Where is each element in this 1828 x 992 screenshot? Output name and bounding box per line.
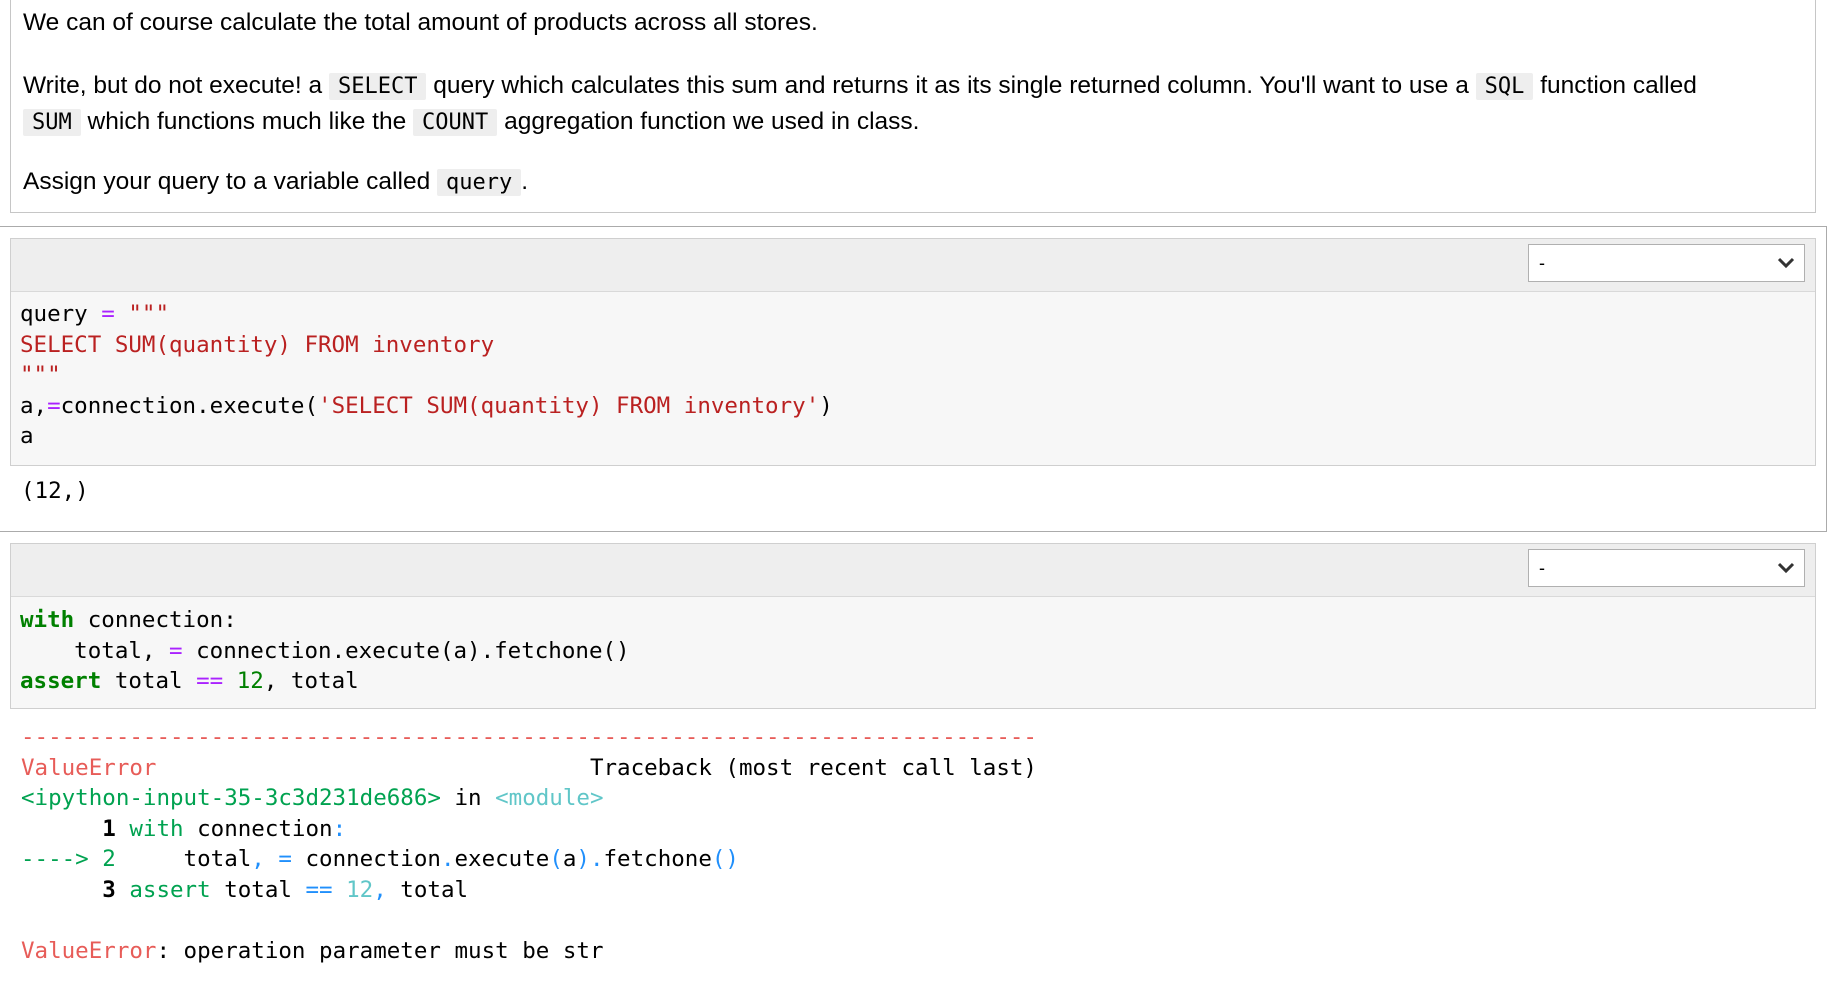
markdown-paragraph-3: Assign your query to a variable called q… [23,164,528,201]
code-token: connection [291,846,441,872]
code-cell-1-input[interactable]: - query = """ SELECT SUM(quantity) FROM … [10,238,1816,466]
code-token: connection [183,815,333,842]
cell-1-output: (12,) [21,478,89,504]
code-token: : [332,815,347,842]
inline-code-count: COUNT [413,109,498,136]
markdown-paragraph-2-line-2: SUM which functions much like the COUNT … [23,104,919,141]
inline-code-select: SELECT [328,73,427,100]
inline-code-sum: SUM [23,109,81,136]
code-token: ( [549,846,563,872]
code-token: query [20,301,88,327]
code-editor[interactable]: with connection: total, = connection.exe… [20,605,630,697]
code-token: ) [819,392,833,419]
code-token: = [169,637,183,664]
inline-code-sql: SQL [1475,73,1534,100]
code-token: . [589,846,604,872]
code-cell-2-input[interactable]: - with connection: total, = connection.e… [10,543,1816,709]
code-token: """ [20,362,61,388]
code-token: , total [263,668,359,694]
final-error-name: ValueError [21,937,157,964]
dropdown-value: - [1539,253,1545,273]
final-error-message: : operation parameter must be str [156,937,604,964]
code-token: fetchone [603,846,712,872]
text: which functions much like the [80,108,414,135]
text: query which calculates this sum and retu… [426,72,1476,99]
chevron-down-icon [1777,562,1795,574]
code-token: a, [20,392,48,419]
markdown-paragraph-2-line-1: Write, but do not execute! a SELECT quer… [23,68,1697,105]
code-token: execute [454,846,550,872]
text: function called [1533,72,1697,99]
code-token: with [129,815,184,842]
code-token: with [20,607,75,633]
code-token: = [47,392,61,419]
code-token: a [20,423,34,449]
cell-tag-dropdown[interactable]: - [1528,549,1805,587]
cell-tag-dropdown[interactable]: - [1528,244,1805,282]
code-token: = [101,301,115,327]
code-token: a [562,846,577,872]
text: in [440,785,496,811]
traceback-module: <module> [495,785,604,811]
code-token: 12 [346,876,374,903]
inline-code-query: query [437,169,522,196]
code-token: , [373,876,387,903]
code-token: , [251,846,265,872]
cell-tag-toolbar: - [11,239,1815,292]
cell-2-error-output: ----------------------------------------… [21,722,1037,966]
traceback-arrow: ----> 2 [21,846,116,872]
chevron-down-icon [1777,257,1795,269]
traceback-separator: ----------------------------------------… [21,724,1037,750]
traceback-input-ref: <ipython-input-35-3c3d231de686> [21,785,441,811]
code-token: ) [576,846,590,872]
error-name: ValueError [21,754,157,781]
cell-tag-toolbar: - [11,544,1815,597]
code-token: connection: [74,607,237,633]
text: Assign your query to a variable called [23,168,437,195]
code-token: = [278,846,292,872]
code-token: assert [20,668,102,694]
code-token: total [115,846,252,872]
traceback-line-number: 1 [21,815,116,842]
markdown-cell[interactable]: We can of course calculate the total amo… [10,0,1816,213]
code-token: 'SELECT SUM(quantity) FROM inventory' [318,392,820,419]
code-token: total [210,876,306,903]
text: aggregation function we used in class. [497,108,920,135]
code-token: == [305,876,333,903]
traceback-line-number: 3 [21,876,116,903]
dropdown-value: - [1539,558,1545,578]
markdown-paragraph-1: We can of course calculate the total amo… [23,9,818,36]
code-token: total [386,876,469,903]
code-token: connection.execute( [60,392,319,419]
text: . [521,168,529,195]
code-token: . [440,846,455,872]
traceback-header: Traceback (most recent call last) [589,754,1037,781]
code-token: == [196,668,224,694]
code-token: () [711,846,739,872]
code-token: total, [20,637,170,664]
code-token: 12 [236,668,264,694]
code-token: total [101,668,197,694]
code-token: SELECT SUM(quantity) FROM inventory [20,331,495,358]
code-token: connection.execute(a).fetchone() [182,637,630,664]
text: Write, but do not execute! a [23,72,329,99]
code-token: """ [128,301,170,327]
code-token: assert [129,876,211,903]
code-editor[interactable]: query = """ SELECT SUM(quantity) FROM in… [20,299,833,452]
